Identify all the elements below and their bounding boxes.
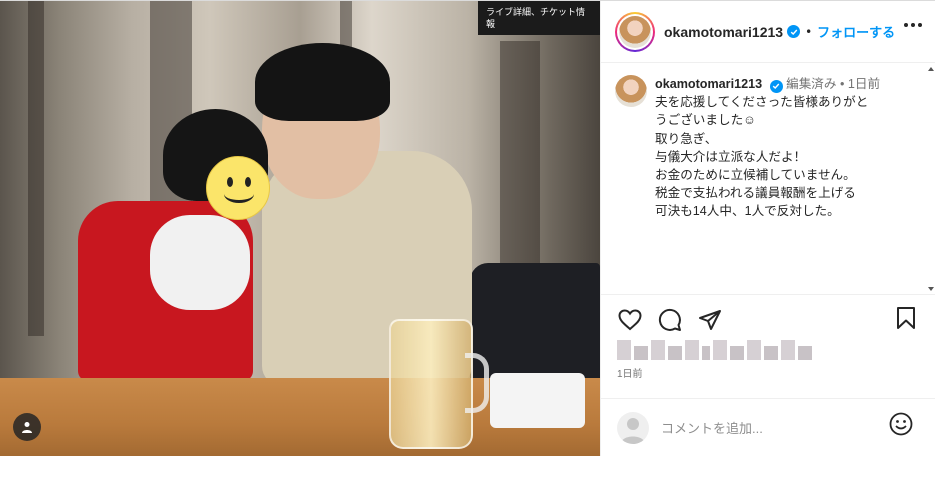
- emoji-icon[interactable]: [889, 412, 913, 436]
- caption-line: うございました☺︎: [655, 113, 757, 128]
- wall-poster: ライブ詳細、チケット情報: [478, 1, 600, 35]
- white-towel: [490, 373, 585, 428]
- heart-icon[interactable]: [617, 307, 643, 333]
- comment-bar: コメントを追加...: [601, 398, 935, 456]
- verified-badge-icon: [787, 25, 801, 38]
- caption-separator: •: [839, 77, 845, 91]
- post-date[interactable]: 1日前: [617, 365, 643, 380]
- more-options-icon[interactable]: [904, 23, 922, 27]
- post-header: okamotomari1213 • フォローする: [601, 1, 935, 63]
- beer-glass: [389, 319, 473, 449]
- story-ring[interactable]: [615, 11, 655, 52]
- caption-line: 取り急ぎ、: [655, 131, 718, 146]
- caption-line: 可決も14人中、1人で反対した。: [655, 204, 840, 219]
- header-username[interactable]: okamotomari1213: [664, 24, 783, 40]
- caption-area: okamotomari1213 編集済み • 1日前 夫を応援してくださった皆様…: [601, 63, 935, 293]
- header-separator: •: [805, 24, 813, 39]
- avatar: [619, 15, 651, 48]
- smiley-mouth: [224, 185, 254, 203]
- wall-stain: [28, 1, 44, 336]
- caption-line: 税金で支払われる議員報酬を上げる: [655, 186, 856, 201]
- bookmark-icon[interactable]: [895, 306, 919, 332]
- caption-time[interactable]: 1日前: [848, 77, 880, 91]
- user-tag-icon[interactable]: [13, 413, 41, 441]
- instagram-post: ライブ詳細、チケット情報 okamotomari1213 • フォローする ok…: [0, 0, 935, 456]
- scroll-up-arrow[interactable]: [928, 67, 934, 71]
- caption-line: 夫を応援してくださった皆様ありがと: [655, 95, 869, 110]
- caption-avatar[interactable]: [615, 75, 647, 107]
- scroll-down-arrow[interactable]: [928, 287, 934, 291]
- edited-label: 編集済み: [786, 77, 837, 91]
- comment-icon[interactable]: [657, 307, 683, 333]
- current-user-avatar: [617, 411, 649, 444]
- likes-count-blurred: [617, 340, 812, 360]
- man-hair: [255, 43, 390, 121]
- post-side-panel: okamotomari1213 • フォローする okamotomari1213: [600, 1, 935, 456]
- comment-input[interactable]: コメントを追加...: [661, 418, 763, 437]
- caption-text: okamotomari1213 編集済み • 1日前 夫を応援してくださった皆様…: [655, 75, 880, 221]
- follow-button[interactable]: フォローする: [817, 22, 895, 41]
- poster-text: ライブ詳細、チケット情報: [486, 8, 586, 30]
- verified-badge-icon: [769, 79, 783, 93]
- post-photo[interactable]: ライブ詳細、チケット情報: [0, 1, 600, 456]
- share-icon[interactable]: [697, 307, 723, 333]
- caption-username[interactable]: okamotomari1213: [655, 77, 762, 91]
- caption-line: 与儀大介は立派な人だよ！: [655, 149, 807, 164]
- caption-line: お金のために立候補していません。: [655, 168, 856, 183]
- smiley-face-sticker: [206, 156, 270, 220]
- child-sleeve: [150, 215, 250, 310]
- action-bar: [601, 294, 935, 344]
- glass-handle: [465, 353, 489, 413]
